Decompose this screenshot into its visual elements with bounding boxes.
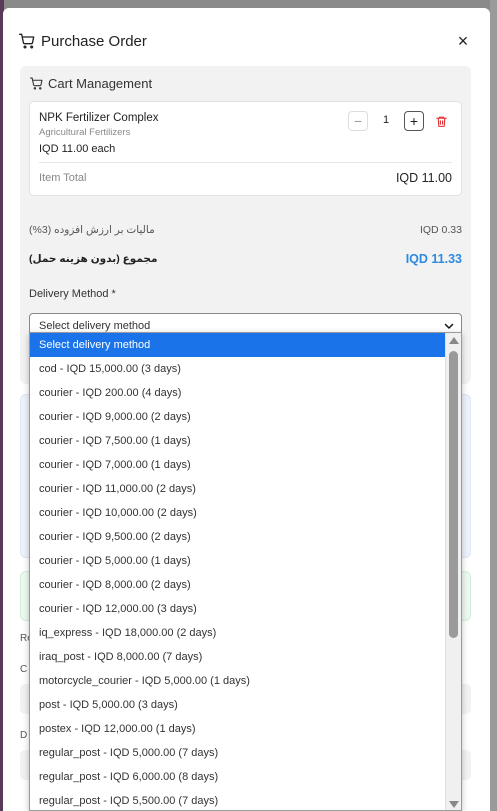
decrease-quantity-button[interactable]: − xyxy=(348,111,368,131)
delivery-option[interactable]: post - IQD 5,000.00 (3 days) xyxy=(30,693,446,717)
vat-row: مالیات بر ارزش افزوده (3%) IQD 0.33 xyxy=(29,224,462,240)
modal-header: Purchase Order × xyxy=(19,30,474,52)
scroll-thumb[interactable] xyxy=(449,351,458,638)
item-total-label: Item Total xyxy=(39,172,87,184)
delivery-option[interactable]: courier - IQD 7,000.00 (1 days) xyxy=(30,453,446,477)
delivery-option[interactable]: courier - IQD 10,000.00 (2 days) xyxy=(30,501,446,525)
delivery-option[interactable]: courier - IQD 200.00 (4 days) xyxy=(30,381,446,405)
delivery-option[interactable]: motorcycle_courier - IQD 5,000.00 (1 day… xyxy=(30,669,446,693)
modal-title: Purchase Order xyxy=(41,32,147,50)
dropdown-scrollbar[interactable] xyxy=(445,333,461,810)
divider xyxy=(39,162,452,163)
page-scrollbar[interactable] xyxy=(490,0,497,811)
vat-label: مالیات بر ارزش افزوده (3%) xyxy=(29,224,155,236)
delivery-option[interactable]: courier - IQD 5,000.00 (1 days) xyxy=(30,549,446,573)
delivery-option[interactable]: postex - IQD 12,000.00 (1 days) xyxy=(30,717,446,741)
subtotal-value: IQD 11.33 xyxy=(405,252,462,266)
delivery-option[interactable]: iraq_post - IQD 8,000.00 (7 days) xyxy=(30,645,446,669)
close-button[interactable]: × xyxy=(452,30,474,52)
cart-icon xyxy=(30,77,43,90)
delivery-option[interactable]: courier - IQD 9,500.00 (2 days) xyxy=(30,525,446,549)
remove-item-button[interactable] xyxy=(431,111,451,131)
item-category: Agricultural Fertilizers xyxy=(39,127,131,138)
increase-quantity-button[interactable]: + xyxy=(404,111,424,131)
trash-icon xyxy=(435,116,447,127)
delivery-method-label: Delivery Method * xyxy=(29,288,116,300)
scroll-down-arrow-icon[interactable] xyxy=(449,801,459,808)
background-label-fragment: D xyxy=(20,730,28,741)
minus-icon: − xyxy=(353,113,363,129)
cart-management-header: Cart Management xyxy=(30,76,152,91)
vat-value: IQD 0.33 xyxy=(419,224,462,236)
background-label-fragment: C xyxy=(20,664,28,675)
delivery-option[interactable]: courier - IQD 8,000.00 (2 days) xyxy=(30,573,446,597)
delivery-option[interactable]: cod - IQD 15,000.00 (3 days) xyxy=(30,357,446,381)
item-total-value: IQD 11.00 xyxy=(395,171,452,185)
delivery-option[interactable]: courier - IQD 7,500.00 (1 days) xyxy=(30,429,446,453)
delivery-option[interactable]: regular_post - IQD 5,500.00 (7 days) xyxy=(30,789,446,810)
delivery-method-dropdown-list[interactable]: Select delivery method cod - IQD 15,000.0… xyxy=(29,332,462,811)
scroll-up-arrow-icon[interactable] xyxy=(449,337,459,344)
dropdown-options: Select delivery method cod - IQD 15,000.0… xyxy=(30,333,461,810)
delivery-option[interactable]: iq_express - IQD 18,000.00 (2 days) xyxy=(30,621,446,645)
close-icon: × xyxy=(457,30,469,51)
cart-icon xyxy=(19,33,35,49)
plus-icon: + xyxy=(409,113,419,129)
delivery-option[interactable]: regular_post - IQD 5,000.00 (7 days) xyxy=(30,741,446,765)
chevron-down-icon xyxy=(444,323,454,329)
delivery-method-selected: Select delivery method xyxy=(39,320,151,332)
item-name: NPK Fertilizer Complex xyxy=(39,112,159,124)
delivery-option[interactable]: courier - IQD 12,000.00 (3 days) xyxy=(30,597,446,621)
cart-item: NPK Fertilizer Complex Agricultural Fert… xyxy=(29,101,462,196)
delivery-option[interactable]: courier - IQD 11,000.00 (2 days) xyxy=(30,477,446,501)
subtotal-label: مجموع (بدون هزینه حمل) xyxy=(29,253,158,265)
subtotal-row: مجموع (بدون هزینه حمل) IQD 11.33 xyxy=(29,252,462,269)
cart-management-title: Cart Management xyxy=(48,76,153,91)
quantity-value: 1 xyxy=(382,114,390,126)
delivery-option[interactable]: Select delivery method xyxy=(30,333,446,357)
delivery-option[interactable]: courier - IQD 9,000.00 (2 days) xyxy=(30,405,446,429)
item-unit-price: IQD 11.00 each xyxy=(39,143,116,155)
delivery-option[interactable]: regular_post - IQD 6,000.00 (8 days) xyxy=(30,765,446,789)
